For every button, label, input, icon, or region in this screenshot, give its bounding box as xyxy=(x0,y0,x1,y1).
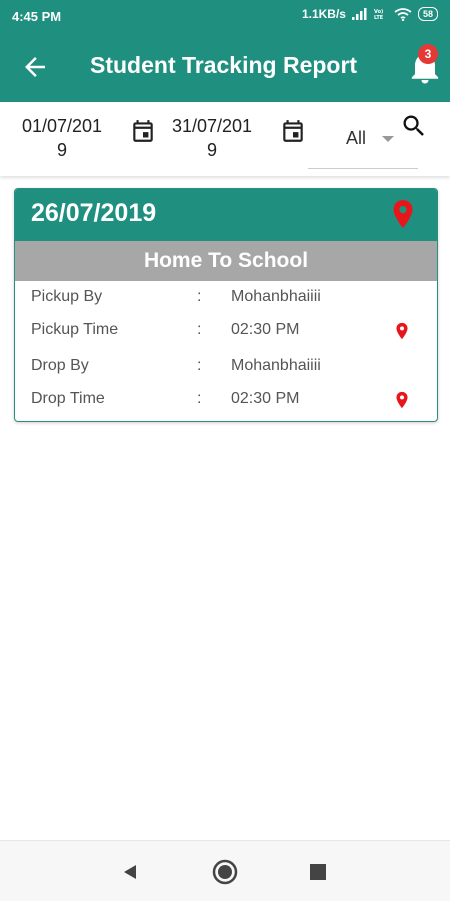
nav-recent-apps-icon[interactable] xyxy=(310,864,326,880)
row-label: Drop By xyxy=(31,357,89,374)
type-dropdown-value: All xyxy=(346,128,367,148)
row-value: 02:30 PM xyxy=(231,390,300,407)
pickup-location-pin-icon[interactable] xyxy=(395,322,409,340)
page-title: Student Tracking Report xyxy=(90,52,358,78)
wifi-icon xyxy=(394,7,412,21)
to-date-text-line1: 31/07/201 xyxy=(171,116,253,136)
signal-icon xyxy=(351,8,367,20)
back-arrow-icon[interactable] xyxy=(20,52,50,82)
row-separator: : xyxy=(197,390,202,407)
route-type: Home To School xyxy=(15,241,437,281)
location-pin-icon[interactable] xyxy=(391,199,415,229)
lte-icon: Vo) LTE xyxy=(374,9,384,20)
row-value: Mohanbhaiiii xyxy=(231,357,321,374)
battery-icon: 58 xyxy=(417,7,438,21)
nav-back-icon[interactable] xyxy=(121,863,139,881)
from-date-field[interactable]: 01/07/201 9 xyxy=(12,114,112,162)
status-bar: 4:45 PM 1.1KB/s Vo) LTE 58 xyxy=(0,0,450,32)
detail-row-pickup-time: Pickup Time : 02:30 PM xyxy=(15,316,437,346)
nav-home-icon[interactable] xyxy=(212,859,238,885)
detail-row-drop-time: Drop Time : 02:30 PM xyxy=(15,385,437,415)
notification-badge: 3 xyxy=(418,44,438,64)
row-label: Drop Time xyxy=(31,390,105,407)
app-bar: Student Tracking Report 3 xyxy=(0,32,450,102)
detail-row-pickup-by: Pickup By : Mohanbhaiiii xyxy=(15,283,437,313)
row-value: 02:30 PM xyxy=(231,321,300,338)
system-nav-bar xyxy=(0,840,450,901)
to-date-text-line2: 9 xyxy=(206,140,217,160)
row-label: Pickup By xyxy=(31,288,103,305)
chevron-down-icon xyxy=(382,136,394,142)
to-date-field[interactable]: 31/07/201 9 xyxy=(162,114,262,162)
filter-bar: 01/07/201 9 31/07/201 9 All xyxy=(0,102,450,176)
row-label: Pickup Time xyxy=(31,321,119,338)
to-calendar-icon[interactable] xyxy=(280,118,306,144)
card-header: 26/07/2019 xyxy=(15,189,437,241)
svg-text:LTE: LTE xyxy=(374,15,384,20)
from-date-text-line2: 9 xyxy=(56,140,67,160)
detail-row-drop-by: Drop By : Mohanbhaiiii xyxy=(15,352,437,382)
tracking-record-card[interactable]: 26/07/2019 Home To School Pickup By : Mo… xyxy=(14,188,438,422)
from-date-text-line1: 01/07/201 xyxy=(21,116,103,136)
row-separator: : xyxy=(197,321,202,338)
row-separator: : xyxy=(197,288,202,305)
row-separator: : xyxy=(197,357,202,374)
row-value: Mohanbhaiiii xyxy=(231,288,321,305)
status-time: 4:45 PM xyxy=(12,9,62,24)
status-icons: 1.1KB/s Vo) LTE 58 xyxy=(302,7,438,21)
network-speed: 1.1KB/s xyxy=(301,7,346,21)
record-date: 26/07/2019 xyxy=(31,199,157,227)
search-icon[interactable] xyxy=(400,112,428,140)
from-calendar-icon[interactable] xyxy=(130,118,156,144)
drop-location-pin-icon[interactable] xyxy=(395,391,409,409)
